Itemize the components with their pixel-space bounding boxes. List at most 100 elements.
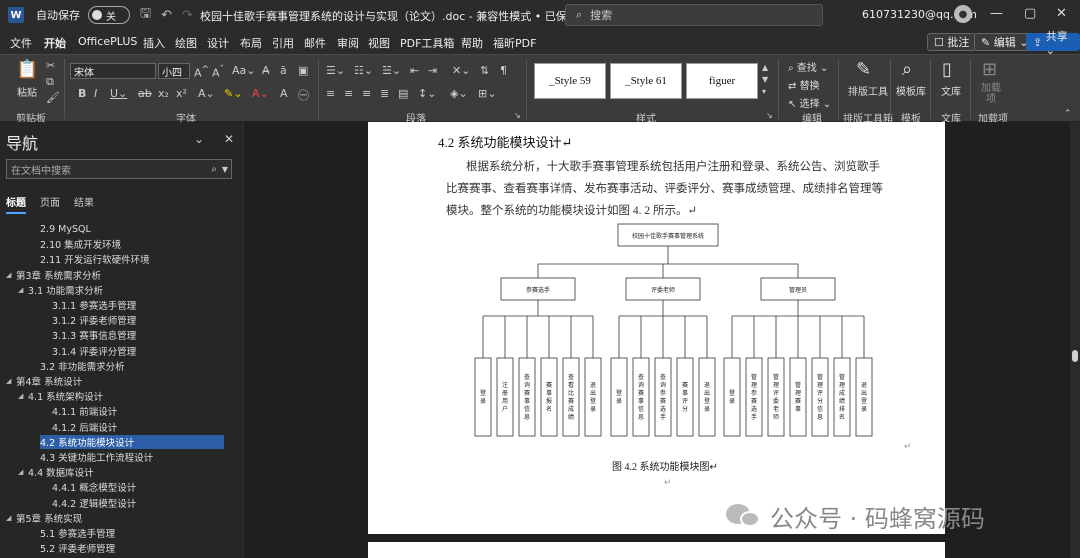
tab-references[interactable]: 引用: [272, 35, 294, 51]
cut-icon[interactable]: ✂: [46, 59, 55, 72]
undo-icon[interactable]: ↶: [161, 8, 172, 23]
format-painter-icon[interactable]: 🖌: [46, 91, 60, 104]
nav-heading-item[interactable]: 4.3 关键功能工作流程设计: [40, 450, 153, 464]
addin-icon[interactable]: ⊞: [982, 59, 997, 80]
nav-heading-item[interactable]: 2.11 开发运行软硬件环境: [40, 252, 150, 266]
nav-heading-item[interactable]: 4.1.1 前端设计: [52, 404, 117, 418]
tab-layout[interactable]: 布局: [240, 35, 262, 51]
find-button[interactable]: ⌕ 查找 ⌄: [788, 59, 828, 74]
collapse-triangle-icon[interactable]: ◢: [6, 377, 16, 385]
styles-launcher-icon[interactable]: ↘: [766, 111, 773, 120]
line-spacing-icon[interactable]: ↕⌄: [418, 87, 436, 100]
grow-font-icon[interactable]: A^: [194, 64, 209, 80]
template-library-icon[interactable]: ⌕: [902, 59, 912, 80]
decrease-indent-icon[interactable]: ⇤: [410, 64, 419, 77]
nav-heading-item[interactable]: ◢ 4.1 系统架构设计: [18, 389, 103, 403]
enclose-char-icon[interactable]: ㊀: [298, 87, 309, 103]
maximize-button[interactable]: ▢: [1024, 6, 1036, 21]
highlight-icon[interactable]: ✎⌄: [224, 87, 242, 100]
collapse-triangle-icon[interactable]: ◢: [18, 286, 28, 294]
nav-tab-headings[interactable]: 标题: [6, 194, 26, 214]
align-center-icon[interactable]: ≡: [344, 87, 353, 100]
clear-format-icon[interactable]: A̶: [262, 64, 270, 77]
tab-foxit-pdf[interactable]: 福昕PDF: [493, 35, 536, 51]
collapse-triangle-icon[interactable]: ◢: [6, 514, 16, 522]
collapse-ribbon-icon[interactable]: ⌃: [1064, 109, 1072, 119]
style-scroll-down-icon[interactable]: ▼: [762, 75, 768, 84]
italic-icon[interactable]: I: [94, 87, 97, 100]
char-border-icon[interactable]: ▣: [298, 64, 308, 77]
comment-button[interactable]: ☐ 批注: [927, 33, 977, 51]
justify-icon[interactable]: ≣: [380, 87, 389, 100]
borders-icon[interactable]: ⊞⌄: [478, 87, 496, 100]
numbering-icon[interactable]: ☷⌄: [354, 64, 373, 77]
document-page[interactable]: 4.2 系统功能模块设计↵ 根据系统分析，十大歌手赛事管理系统包括用户注册和登录…: [368, 122, 945, 558]
nav-tab-results[interactable]: 结果: [74, 194, 94, 209]
document-title[interactable]: 校园十佳歌手赛事管理系统的设计与实现（论文）.doc - 兼容性模式 • 已保存…: [200, 8, 590, 24]
distributed-icon[interactable]: ▤: [398, 87, 408, 100]
tab-view[interactable]: 视图: [368, 35, 390, 51]
addin-button[interactable]: 加载项: [978, 83, 1004, 105]
redo-icon[interactable]: ↷: [182, 8, 193, 23]
bold-icon[interactable]: B: [78, 87, 86, 100]
shading-icon[interactable]: ◈⌄: [450, 87, 468, 100]
tab-draw[interactable]: 绘图: [175, 35, 197, 51]
nav-search-input[interactable]: 在文档中搜索 ⌕ ▼: [6, 159, 232, 179]
style-more-icon[interactable]: ▾: [762, 87, 766, 96]
replace-button[interactable]: ⇄ 替换: [788, 77, 820, 92]
tab-file[interactable]: 文件: [10, 35, 32, 51]
search-input[interactable]: ⌕ 搜索: [565, 4, 823, 26]
nav-heading-item[interactable]: 3.1.3 赛事信息管理: [52, 328, 136, 342]
tab-officeplus[interactable]: OfficePLUS: [78, 35, 137, 48]
nav-heading-item[interactable]: 4.1.2 后端设计: [52, 420, 117, 434]
layout-tool-icon[interactable]: ✎: [856, 59, 871, 80]
nav-options-icon[interactable]: ⌄: [194, 132, 204, 146]
wenku-icon[interactable]: ▯: [942, 59, 952, 80]
nav-heading-item[interactable]: 3.1.4 评委评分管理: [52, 344, 136, 358]
template-library-button[interactable]: 模板库: [896, 83, 926, 98]
function-module-diagram[interactable]: 校园十佳歌手赛事管理系统参赛选手登录注册用户查询赛事信息赛事报名查看比赛成绩退出…: [448, 220, 888, 440]
paste-label[interactable]: 粘贴: [17, 84, 37, 99]
multilevel-list-icon[interactable]: ☱⌄: [382, 64, 401, 77]
figure-caption[interactable]: 图 4.2 系统功能模块图↵: [612, 458, 718, 473]
share-button[interactable]: ⇪ 共享 ⌄: [1026, 30, 1080, 57]
increase-indent-icon[interactable]: ⇥: [428, 64, 437, 77]
change-case-icon[interactable]: Aa⌄: [232, 64, 255, 77]
body-paragraph[interactable]: 根据系统分析，十大歌手赛事管理系统包括用户注册和登录、系统公告、浏览歌手比赛赛事…: [446, 156, 886, 222]
strikethrough-icon[interactable]: ab: [138, 87, 152, 100]
nav-tab-pages[interactable]: 页面: [40, 194, 60, 209]
wenku-button[interactable]: 文库: [941, 83, 961, 98]
paragraph-launcher-icon[interactable]: ↘: [514, 111, 521, 120]
minimize-button[interactable]: —: [990, 6, 1003, 21]
font-name-select[interactable]: 宋体: [70, 63, 156, 79]
tab-home[interactable]: 开始: [44, 35, 66, 56]
nav-heading-item[interactable]: ◢ 4.4 数据库设计: [18, 465, 94, 479]
layout-tool-button[interactable]: 排版工具: [848, 83, 888, 98]
style-gallery-item[interactable]: _Style 59: [534, 63, 606, 99]
tab-mailings[interactable]: 邮件: [304, 35, 326, 51]
nav-heading-item[interactable]: 2.10 集成开发环境: [40, 237, 121, 251]
paste-icon[interactable]: 📋: [16, 59, 38, 80]
nav-heading-item[interactable]: 4.2 系统功能模块设计: [40, 434, 224, 449]
style-gallery-item[interactable]: _Style 61: [610, 63, 682, 99]
sort-icon[interactable]: ⇅: [480, 64, 489, 77]
tab-help[interactable]: 帮助: [461, 35, 483, 51]
char-shading-icon[interactable]: A: [280, 87, 288, 100]
tab-design[interactable]: 设计: [207, 35, 229, 51]
nav-heading-item[interactable]: 3.2 非功能需求分析: [40, 359, 125, 373]
nav-close-icon[interactable]: ✕: [224, 132, 234, 146]
bullets-icon[interactable]: ☰⌄: [326, 64, 345, 77]
copy-icon[interactable]: ⧉: [46, 75, 54, 89]
nav-heading-item[interactable]: ◢ 第5章 系统实现: [6, 511, 82, 525]
nav-heading-item[interactable]: 3.1.2 评委老师管理: [52, 313, 136, 327]
avatar[interactable]: ●: [954, 5, 972, 23]
superscript-icon[interactable]: x²: [176, 87, 187, 100]
underline-icon[interactable]: U⌄: [110, 87, 127, 100]
nav-heading-item[interactable]: ◢ 第4章 系统设计: [6, 374, 82, 388]
subscript-icon[interactable]: x₂: [158, 87, 169, 100]
shrink-font-icon[interactable]: Aˇ: [212, 64, 224, 80]
text-effects-icon[interactable]: A⌄: [198, 87, 215, 100]
show-marks-icon[interactable]: ¶: [500, 64, 507, 77]
nav-heading-item[interactable]: 5.1 参赛选手管理: [40, 526, 115, 540]
nav-heading-item[interactable]: 4.4.2 逻辑模型设计: [52, 496, 136, 510]
